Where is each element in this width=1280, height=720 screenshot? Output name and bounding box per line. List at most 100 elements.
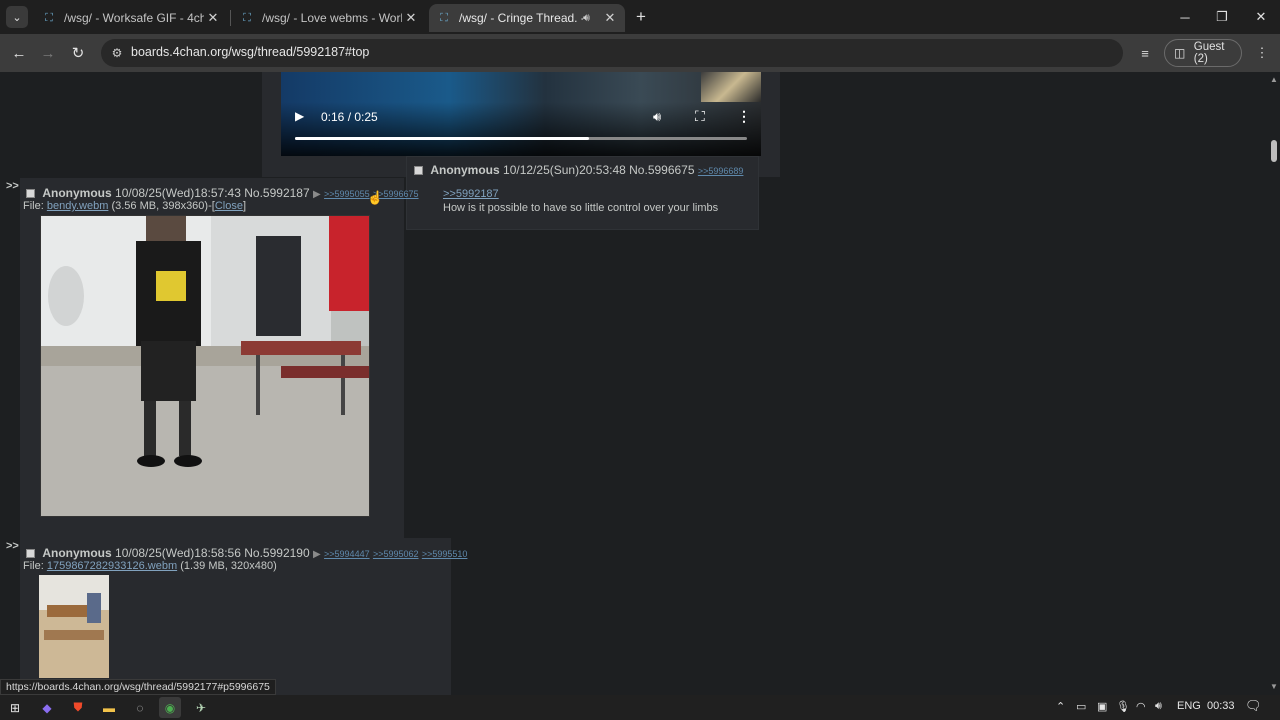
- meet-now-icon[interactable]: ▣: [1097, 700, 1107, 713]
- close-window-button[interactable]: ✕: [1247, 4, 1275, 30]
- taskbar-file-explorer[interactable]: ▬: [98, 697, 120, 718]
- backlink[interactable]: >>5995510: [422, 549, 468, 559]
- reload-button[interactable]: ↻: [66, 41, 90, 65]
- post-video-thumbnail[interactable]: [40, 215, 370, 517]
- windows-taskbar: ⊞ ◆ ⛊ ▬ ◌ ◉ ✈ ⌃ ▭ ▣ 🎙︎ ◠ 🔊︎ ENG 00:33 🗨︎: [0, 695, 1280, 720]
- post-date: 10/08/25(Wed)18:57:43: [115, 186, 241, 200]
- thumbnail-image: [39, 575, 109, 678]
- tab-cringe-thread[interactable]: ⛶ /wsg/ - Cringe Thread. - Wo 🔊︎ ✕: [429, 4, 625, 32]
- battery-icon[interactable]: ▭: [1076, 700, 1086, 713]
- play-icon[interactable]: ▶: [295, 109, 309, 125]
- taskbar-app-a[interactable]: ◆: [36, 697, 58, 718]
- tab-close-icon[interactable]: ✕: [402, 9, 420, 27]
- video-frame-detail: [701, 72, 761, 102]
- tab-title: /wsg/ - Cringe Thread. - Wo: [459, 11, 583, 25]
- chevron-down-icon: ⌄: [12, 11, 22, 24]
- post-date: 10/08/25(Wed)18:58:56: [115, 546, 241, 560]
- arrow-left-icon: ←: [11, 44, 27, 62]
- post-checkbox[interactable]: [414, 166, 423, 176]
- taskbar-app-c[interactable]: ✈: [190, 697, 212, 718]
- file-link[interactable]: 1759867282933126.webm: [47, 560, 177, 572]
- browser-toolbar: ← → ↻ ⚙ boards.4chan.org/wsg/thread/5992…: [0, 34, 1280, 72]
- tab-love-webms[interactable]: ⛶ /wsg/ - Love webms - Worksafe ✕: [232, 4, 426, 32]
- side-arrow: >>: [6, 540, 19, 552]
- reload-icon: ↻: [71, 45, 85, 62]
- backlink[interactable]: >>5995055: [324, 189, 370, 199]
- fullscreen-icon[interactable]: ⛶: [695, 108, 705, 125]
- media-controls-icon[interactable]: ≡: [1135, 43, 1155, 63]
- scroll-down-icon[interactable]: ▼: [1270, 682, 1278, 691]
- windows-icon: ⊞: [9, 700, 21, 715]
- taskbar-chrome[interactable]: ◉: [159, 697, 181, 718]
- tray-overflow-icon[interactable]: ⌃: [1056, 700, 1065, 713]
- microphone-icon[interactable]: 🎙︎: [1116, 700, 1130, 713]
- site-info-icon[interactable]: ⚙: [108, 44, 126, 62]
- folder-icon: ▬: [103, 700, 115, 715]
- post-number[interactable]: No.5992190: [244, 546, 309, 560]
- circle-app-icon: ◌: [136, 700, 144, 715]
- post-video-thumbnail[interactable]: [39, 575, 109, 678]
- video-player[interactable]: ▶ 0:16 / 0:25 🔊︎ ⛶ ⋮: [281, 72, 761, 156]
- file-details: (3.56 MB, 398x360)-[: [111, 200, 215, 212]
- status-url: https://boards.4chan.org/wsg/thread/5992…: [0, 679, 276, 695]
- quote-link-text[interactable]: >>5992187: [443, 188, 499, 200]
- side-arrow: >>: [6, 180, 19, 192]
- classroom-image: [41, 216, 369, 516]
- more-options-icon[interactable]: ⋮: [737, 108, 751, 125]
- audio-playing-icon[interactable]: 🔊︎: [583, 12, 599, 25]
- taskbar-app-b[interactable]: ◌: [129, 697, 151, 718]
- back-button[interactable]: ←: [7, 41, 31, 65]
- speaker-icon[interactable]: 🔊︎: [1155, 700, 1162, 713]
- tab-search-button[interactable]: ⌄: [6, 6, 28, 28]
- tab-worksafe-gif[interactable]: ⛶ /wsg/ - Worksafe GIF - 4chan ✕: [34, 4, 228, 32]
- file-link[interactable]: bendy.webm: [47, 200, 109, 212]
- maximize-button[interactable]: ❐: [1208, 4, 1236, 30]
- url-text[interactable]: boards.4chan.org/wsg/thread/5992187#top: [131, 45, 369, 59]
- clock[interactable]: 00:33: [1207, 700, 1235, 712]
- minimize-button[interactable]: ─: [1171, 4, 1199, 30]
- 4chan-favicon-icon: ⛶: [45, 11, 53, 24]
- post-menu-icon[interactable]: ▶: [313, 189, 321, 200]
- seek-bar[interactable]: [295, 137, 747, 140]
- taskbar-brave[interactable]: ⛊: [67, 697, 89, 718]
- arrow-right-icon: →: [40, 44, 56, 62]
- new-tab-button[interactable]: +: [631, 7, 651, 27]
- profile-icon: ◫: [1174, 46, 1186, 60]
- post-checkbox[interactable]: [26, 189, 35, 199]
- quote-link[interactable]: >>5992187: [443, 188, 499, 200]
- scroll-up-icon[interactable]: ▲: [1270, 75, 1278, 84]
- chrome-icon: ◉: [164, 700, 176, 715]
- app-diamond-icon: ◆: [42, 700, 52, 715]
- profile-label: Guest (2): [1193, 41, 1225, 65]
- tab-title: /wsg/ - Love webms - Worksafe: [262, 11, 402, 25]
- wifi-icon[interactable]: ◠: [1136, 700, 1146, 713]
- hand-cursor-icon: ☝: [367, 190, 384, 205]
- post-menu-icon[interactable]: ▶: [313, 549, 321, 560]
- tab-strip: ⌄ ⛶ /wsg/ - Worksafe GIF - 4chan ✕ ⛶ /ws…: [0, 0, 1280, 34]
- notifications-icon[interactable]: 🗨︎: [1245, 698, 1262, 714]
- tab-close-icon[interactable]: ✕: [204, 9, 222, 27]
- profile-button[interactable]: ◫ Guest (2): [1164, 39, 1242, 67]
- close-link[interactable]: Close: [215, 200, 243, 212]
- post-number[interactable]: No.5996675: [629, 163, 694, 177]
- page-scrollbar[interactable]: ▲ ▼: [1268, 72, 1280, 695]
- menu-kebab-icon[interactable]: ⋮: [1252, 43, 1272, 63]
- brave-icon: ⛊: [73, 700, 83, 714]
- forward-button[interactable]: →: [36, 41, 60, 65]
- language-indicator[interactable]: ENG: [1177, 700, 1201, 712]
- backlink[interactable]: >>5995062: [373, 549, 419, 559]
- close-bracket: ]: [242, 200, 246, 212]
- tab-close-icon[interactable]: ✕: [601, 9, 619, 27]
- backlink[interactable]: >>5994447: [324, 549, 370, 559]
- backlink[interactable]: >>5996689: [698, 166, 744, 176]
- poster-name: Anonymous: [42, 186, 112, 200]
- post-checkbox[interactable]: [26, 549, 35, 559]
- start-button[interactable]: ⊞: [4, 697, 26, 718]
- post-number[interactable]: No.5992187: [244, 186, 309, 200]
- address-bar[interactable]: ⚙ boards.4chan.org/wsg/thread/5992187#to…: [101, 39, 1123, 67]
- poster-name: Anonymous: [42, 546, 112, 560]
- volume-icon[interactable]: 🔊︎: [653, 109, 661, 125]
- file-details: (1.39 MB, 320x480): [180, 560, 277, 572]
- scroll-thumb[interactable]: [1271, 140, 1277, 162]
- post-header: Anonymous 10/08/25(Wed)18:58:56 No.59921…: [26, 546, 467, 560]
